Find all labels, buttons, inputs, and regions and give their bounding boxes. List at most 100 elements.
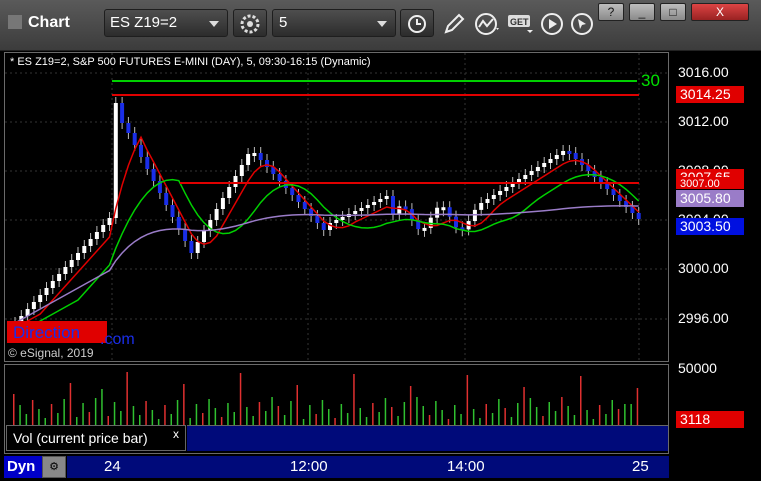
interval-dropdown[interactable]: 5 — [272, 9, 396, 37]
volume-bar — [529, 398, 532, 425]
candle-body — [498, 191, 503, 195]
price-axis-label: 3012.00 — [678, 113, 729, 129]
volume-bar — [403, 402, 406, 425]
close-button[interactable]: X — [691, 3, 749, 21]
volume-bar — [283, 415, 286, 425]
volume-bar — [340, 404, 343, 425]
price-tag-red: 3014.25 — [676, 86, 744, 103]
candle-body — [296, 195, 301, 202]
volume-bar — [19, 405, 21, 425]
volume-bar — [50, 404, 53, 425]
price-chart — [5, 53, 668, 361]
volume-bar — [353, 374, 355, 425]
price-axis-label: 3016.00 — [678, 64, 729, 80]
minimize-button[interactable]: _ — [629, 3, 655, 21]
price-axis-label: 3000.00 — [678, 260, 729, 276]
price-chart-panel[interactable]: * ES Z19=2, S&P 500 FUTURES E-MINI (DAY)… — [4, 52, 669, 362]
volume-bar — [265, 411, 267, 425]
volume-bar — [195, 404, 198, 425]
price-axis[interactable]: 3016.00 3012.00 3008.00 3004.00 3000.00 … — [670, 52, 757, 362]
candle-body — [227, 187, 232, 198]
dynamic-button[interactable]: Dyn — [4, 456, 42, 478]
volume-bar — [636, 388, 639, 425]
settings-button[interactable] — [233, 9, 267, 37]
volume-bar — [44, 418, 46, 425]
help-button[interactable]: ? — [598, 3, 624, 21]
volume-bar — [31, 400, 34, 425]
volume-bar — [321, 400, 324, 425]
candle-body — [454, 216, 458, 228]
candle-body — [88, 239, 93, 246]
candle-body — [422, 227, 427, 231]
candle-body — [239, 165, 244, 176]
volume-bar — [554, 411, 557, 425]
watermark-suffix: .com — [100, 331, 135, 348]
studies-button[interactable] — [474, 12, 502, 41]
cursor-button[interactable] — [570, 12, 594, 41]
candle-body — [491, 195, 496, 199]
candle-body — [573, 153, 578, 159]
volume-bar — [498, 399, 500, 425]
volume-bar — [151, 410, 154, 425]
clock-icon — [408, 15, 426, 33]
symbol-dropdown[interactable]: ES Z19=2 — [104, 9, 228, 37]
volume-bar — [535, 407, 538, 425]
time-label: 12:00 — [290, 458, 328, 475]
price-tag-blue: 3003.50 — [676, 218, 744, 235]
symbol-value: ES Z19=2 — [110, 14, 178, 31]
candle-body — [57, 274, 62, 281]
candle-body — [258, 153, 263, 160]
window-title: Chart — [8, 14, 70, 32]
volume-bar — [605, 414, 607, 425]
time-button[interactable] — [400, 9, 434, 37]
volume-bar — [214, 408, 217, 425]
candle-body — [636, 213, 641, 219]
volume-bar — [309, 405, 311, 425]
volume-bar — [63, 399, 65, 425]
volume-bar — [296, 385, 298, 425]
volume-bar — [397, 416, 399, 425]
candle-body — [183, 229, 188, 241]
price-tag-purple: 3005.80 — [676, 190, 744, 207]
volume-bar — [409, 386, 412, 425]
volume-bar — [328, 409, 330, 425]
volume-bar — [441, 410, 443, 425]
candle-body — [132, 133, 137, 145]
volume-bar — [252, 416, 254, 425]
study-icon — [475, 13, 499, 35]
volume-bar — [183, 384, 185, 425]
volume-bar — [567, 406, 569, 425]
volume-bar — [76, 417, 78, 425]
get-button[interactable]: GET — [507, 13, 535, 40]
volume-bar — [510, 417, 513, 425]
volume-bar — [227, 403, 229, 425]
play-button[interactable] — [540, 12, 564, 41]
volume-bar — [258, 402, 261, 425]
volume-bar — [617, 409, 620, 425]
candle-body — [277, 174, 282, 181]
volume-study-tab[interactable]: Vol (current price bar) — [6, 425, 186, 451]
maximize-button[interactable]: □ — [660, 3, 686, 21]
volume-panel[interactable]: Vol (current price bar) x — [4, 364, 669, 454]
volume-bar — [132, 406, 135, 425]
candle-body — [561, 151, 566, 155]
play-icon — [541, 13, 563, 35]
volume-bar — [378, 412, 380, 425]
time-axis[interactable]: Dyn ⚙ 24 12:00 14:00 25 — [0, 454, 761, 481]
volume-bar — [573, 415, 576, 425]
draw-tool-button[interactable] — [442, 12, 466, 41]
volume-bar — [315, 414, 317, 425]
settings-icon[interactable]: ⚙ — [42, 456, 66, 478]
volume-bar — [542, 416, 544, 425]
candle-body — [44, 288, 49, 295]
volume-bar — [346, 413, 349, 425]
chevron-down-icon — [209, 21, 219, 27]
candle-body — [554, 155, 559, 159]
volume-bar — [13, 394, 15, 425]
close-icon[interactable]: x — [173, 427, 179, 441]
volume-bar — [391, 407, 393, 425]
window-grip-icon[interactable] — [8, 15, 22, 29]
volume-value-tag: 3118 — [676, 411, 744, 428]
candle-body — [31, 302, 36, 309]
chart-caption: * ES Z19=2, S&P 500 FUTURES E-MINI (DAY)… — [10, 56, 371, 68]
